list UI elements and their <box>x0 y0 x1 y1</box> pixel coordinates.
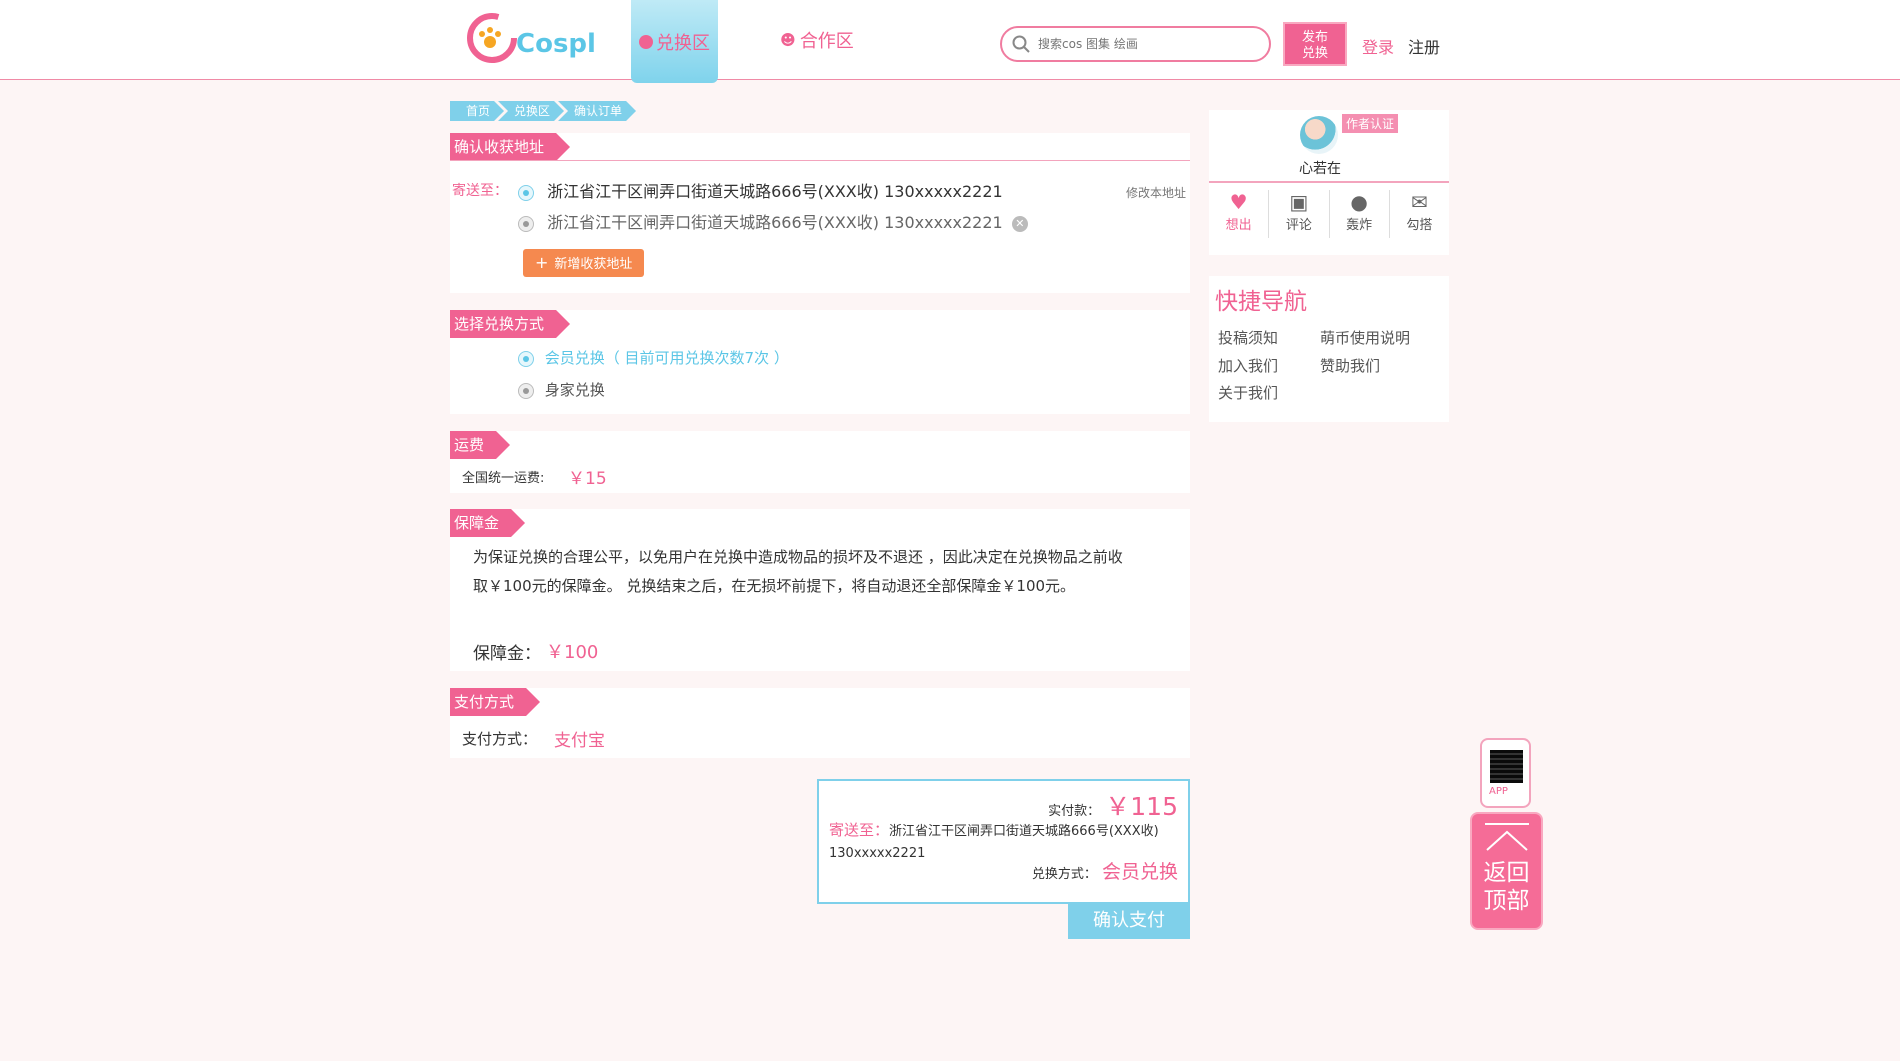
comment-icon: ▣ <box>1289 190 1309 214</box>
author-actions: ♥ 想出 ▣ 评论 ● 轰炸 ✉ 勾搭 <box>1209 190 1449 238</box>
add-address-button[interactable]: + 新增收获地址 <box>523 249 645 277</box>
summary-send-to-label: 寄送至： <box>829 821 890 839</box>
radio-selected[interactable] <box>518 350 534 367</box>
comment-label: 评论 <box>1285 218 1312 233</box>
shipping-panel: 运费 全国统一运费: ￥15 <box>450 431 1190 493</box>
want-label: 想出 <box>1225 218 1252 233</box>
paid-value: ￥115 <box>1105 792 1178 821</box>
search-box[interactable] <box>1000 26 1271 62</box>
exchange-icon <box>639 34 653 49</box>
back-to-top-label: 返回顶部 <box>1483 860 1530 914</box>
breadcrumb-exchange[interactable]: 兑换区 <box>498 101 564 121</box>
message-button[interactable]: ✉ 勾搭 <box>1390 190 1449 238</box>
confirm-payment-button[interactable]: 确认支付 <box>1068 903 1190 939</box>
qr-code-icon <box>1490 750 1523 783</box>
shipping-title: 运费 <box>450 431 510 459</box>
quick-link-about[interactable]: 关于我们 <box>1218 382 1278 403</box>
method-member-label: 会员兑换（ 目前可用兑换次数7次 ） <box>544 349 789 367</box>
payment-label: 支付方式： <box>462 730 538 748</box>
deposit-panel: 保障金 为保证兑换的合理公平，以免用户在兑换中造成物品的损坏及不退还 ，因此决定… <box>450 509 1190 671</box>
publish-line1: 发布 <box>1301 30 1328 45</box>
logo-wordmark: Cosplay <box>516 29 596 59</box>
summary-method-value: 会员兑换 <box>1101 861 1178 883</box>
address-title: 确认收获地址 <box>450 133 570 161</box>
breadcrumb-home[interactable]: 首页 <box>450 101 504 121</box>
deposit-description: 为保证兑换的合理公平，以免用户在兑换中造成物品的损坏及不退还 ，因此决定在兑换物… <box>473 548 1123 595</box>
publish-exchange-button[interactable]: 发布 兑换 <box>1283 22 1347 66</box>
quick-nav-title: 快捷导航 <box>1215 289 1307 315</box>
login-link[interactable]: 登录 <box>1362 34 1394 58</box>
quick-link-sponsor[interactable]: 赞助我们 <box>1320 355 1380 376</box>
quick-link-coin-guide[interactable]: 萌币使用说明 <box>1320 327 1410 348</box>
exchange-method-title: 选择兑换方式 <box>450 310 570 338</box>
address-text: 浙江省江干区闸弄口街道天城路666号(XXX收) 130xxxxx2221 <box>547 182 1003 201</box>
summary-method-label: 兑换方式： <box>1031 867 1097 882</box>
method-option-member[interactable]: 会员兑换（ 目前可用兑换次数7次 ） <box>518 347 789 368</box>
delete-address-icon[interactable]: ✕ <box>1011 215 1028 232</box>
exchange-method-panel: 选择兑换方式 会员兑换（ 目前可用兑换次数7次 ） 身家兑换 <box>450 310 1190 414</box>
tab-coop-label: 合作区 <box>799 31 854 52</box>
address-panel: 确认收获地址 寄送至： 浙江省江干区闸弄口街道天城路666号(XXX收) 130… <box>450 133 1190 293</box>
paid-amount-row: 实付款： ￥115 <box>1048 787 1178 823</box>
radio-unselected[interactable] <box>518 382 534 399</box>
tab-coop[interactable]: ☻ 合作区 <box>762 0 872 80</box>
publish-line2: 兑换 <box>1301 46 1328 61</box>
payment-panel: 支付方式 支付方式： 支付宝 <box>450 688 1190 758</box>
quick-link-submission[interactable]: 投稿须知 <box>1218 327 1278 348</box>
cosplay-logo[interactable]: Cosplay <box>466 10 630 66</box>
app-qr-code[interactable]: APP <box>1480 738 1531 808</box>
payment-method-value[interactable]: 支付宝 <box>554 726 605 751</box>
chevron-up-icon <box>1484 823 1529 851</box>
deposit-label: 保障金： <box>473 644 541 664</box>
deposit-value: ￥100 <box>546 642 599 663</box>
title-divider <box>450 160 1190 161</box>
comment-button[interactable]: ▣ 评论 <box>1269 190 1330 238</box>
author-name[interactable]: 心若在 <box>1209 158 1431 178</box>
address-option-1[interactable]: 浙江省江干区闸弄口街道天城路666号(XXX收) 130xxxxx2221 <box>518 178 1003 202</box>
bomb-label: 轰炸 <box>1346 218 1373 233</box>
deposit-title: 保障金 <box>450 509 525 537</box>
paid-label: 实付款： <box>1048 804 1101 819</box>
back-to-top-button[interactable]: 返回顶部 <box>1470 812 1543 930</box>
breadcrumb-confirm: 确认订单 <box>558 101 636 121</box>
group-icon: ☻ <box>780 31 796 49</box>
want-button[interactable]: ♥ 想出 <box>1209 190 1270 238</box>
mail-icon: ✉ <box>1410 190 1428 214</box>
avatar[interactable] <box>1300 116 1338 154</box>
address-option-2[interactable]: 浙江省江干区闸弄口街道天城路666号(XXX收) 130xxxxx2221 ✕ <box>518 209 1028 233</box>
radio-selected[interactable] <box>518 184 534 201</box>
radio-unselected[interactable] <box>518 215 534 232</box>
plus-icon: + <box>535 253 549 272</box>
shipping-value: ￥15 <box>568 469 607 489</box>
address-text: 浙江省江干区闸弄口街道天城路666号(XXX收) 130xxxxx2221 <box>547 213 1003 232</box>
heart-icon: ♥ <box>1229 190 1248 214</box>
order-summary: 实付款： ￥115 寄送至：浙江省江干区闸弄口街道天城路666号(XXX收) 1… <box>817 779 1190 904</box>
author-verified-badge: 作者认证 <box>1342 114 1399 133</box>
tab-exchange-label: 兑换区 <box>656 32 710 54</box>
tab-exchange[interactable]: 兑换区 <box>631 0 718 83</box>
register-link[interactable]: 注册 <box>1408 34 1440 58</box>
summary-method-row: 兑换方式： 会员兑换 <box>1032 857 1178 884</box>
add-address-label: 新增收获地址 <box>554 257 633 272</box>
app-label: APP <box>1489 786 1508 797</box>
search-icon <box>1012 35 1030 53</box>
bomb-icon: ● <box>1350 190 1368 214</box>
bomb-button[interactable]: ● 轰炸 <box>1330 190 1390 238</box>
search-input[interactable] <box>1038 37 1248 51</box>
top-header: Cosplay 兑换区 ☻ 合作区 发布 兑换 登录 注册 <box>0 0 1900 83</box>
breadcrumb: 首页 兑换区 确认订单 <box>450 101 630 121</box>
shipping-label: 全国统一运费: <box>462 471 545 486</box>
message-label: 勾搭 <box>1406 218 1433 233</box>
card-divider <box>1209 181 1449 183</box>
send-to-label: 寄送至： <box>452 183 508 199</box>
quick-link-join[interactable]: 加入我们 <box>1218 355 1278 376</box>
payment-title: 支付方式 <box>450 688 540 716</box>
method-option-wealth[interactable]: 身家兑换 <box>518 379 605 400</box>
method-wealth-label: 身家兑换 <box>544 381 605 399</box>
quick-nav: 快捷导航 投稿须知 萌币使用说明 加入我们 赞助我们 关于我们 <box>1209 276 1449 422</box>
modify-address-link[interactable]: 修改本地址 <box>1126 184 1186 201</box>
author-card: 作者认证 心若在 ♥ 想出 ▣ 评论 ● 轰炸 ✉ 勾搭 <box>1209 110 1449 255</box>
